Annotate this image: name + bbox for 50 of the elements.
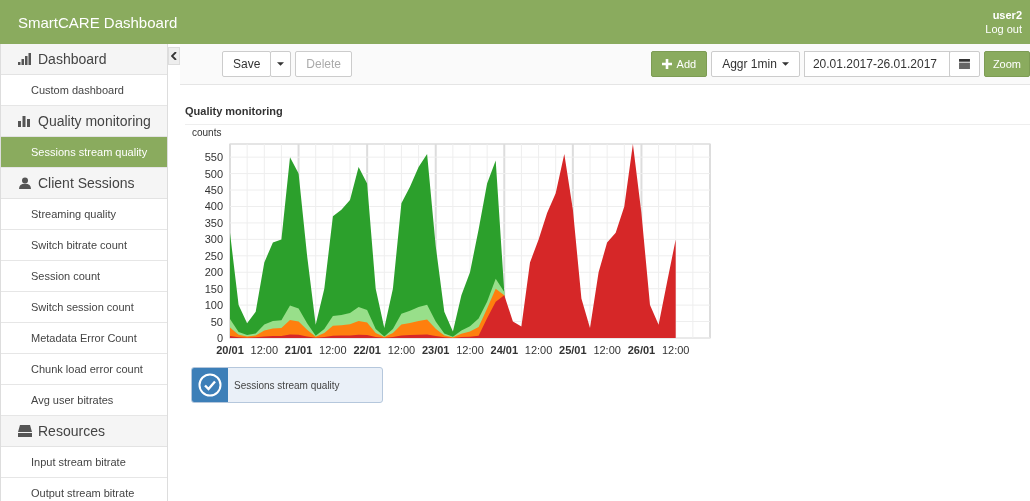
sidebar-section[interactable]: Resources — [1, 416, 167, 447]
y-tick-label: 400 — [204, 200, 223, 213]
bar-chart-icon — [18, 115, 32, 127]
y-tick-label: 0 — [216, 332, 223, 344]
calendar-icon — [958, 59, 970, 69]
save-options-button[interactable] — [270, 51, 292, 77]
y-tick-label: 350 — [204, 216, 223, 229]
caret-icon — [277, 62, 285, 66]
legend-item[interactable]: Sessions stream quality — [191, 367, 383, 403]
aggregation-dropdown[interactable]: Aggr 1min — [711, 51, 800, 77]
collapse-button[interactable] — [168, 47, 180, 65]
calendar-button[interactable] — [948, 51, 980, 77]
x-tick-label: 22/01 — [353, 344, 381, 356]
x-tick-label: 12:00 — [387, 344, 416, 356]
y-tick-label: 450 — [204, 184, 223, 197]
x-tick-label: 24/01 — [490, 344, 519, 356]
sidebar-section[interactable]: Client Sessions — [1, 168, 167, 199]
plus-icon — [661, 59, 672, 69]
caret-icon — [781, 62, 789, 66]
user-icon — [18, 177, 32, 189]
y-tick-label: 550 — [204, 151, 223, 164]
sidebar-section[interactable]: Dashboard — [1, 44, 167, 75]
x-tick-label: 21/01 — [284, 344, 313, 356]
x-tick-label: 12:00 — [319, 344, 347, 356]
y-tick-label: 250 — [204, 249, 223, 262]
x-tick-label: 12:00 — [593, 344, 621, 356]
chevron-left-icon — [171, 52, 177, 60]
x-tick-label: 25/01 — [559, 344, 587, 356]
x-tick-label: 20/01 — [216, 344, 244, 356]
sidebar-section[interactable]: Quality monitoring — [1, 106, 167, 137]
y-tick-label: 100 — [204, 299, 223, 312]
y-tick-label: 50 — [210, 315, 223, 328]
x-tick-label: 12:00 — [524, 344, 553, 356]
save-button[interactable]: Save — [222, 51, 272, 77]
x-tick-label: 26/01 — [627, 344, 656, 356]
x-tick-label: 23/01 — [421, 344, 450, 356]
y-axis-label: counts — [192, 127, 222, 138]
y-tick-label: 300 — [204, 233, 223, 246]
hard-drive-icon — [18, 425, 32, 437]
panel-title: Quality monitoring — [185, 105, 1030, 125]
x-tick-label: 12:00 — [456, 344, 484, 356]
app-title: SmartCARE Dashboard — [18, 13, 178, 31]
y-tick-label: 150 — [204, 282, 223, 295]
signal-bars-icon — [18, 53, 32, 65]
y-tick-label: 500 — [204, 167, 223, 180]
x-tick-label: 12:00 — [250, 344, 279, 356]
user-name: user2 — [992, 9, 1022, 21]
x-tick-label: 12:00 — [661, 344, 690, 356]
y-tick-label: 200 — [204, 266, 223, 279]
date-range-field[interactable]: 20.01.2017-26.01.2017 — [803, 51, 950, 77]
